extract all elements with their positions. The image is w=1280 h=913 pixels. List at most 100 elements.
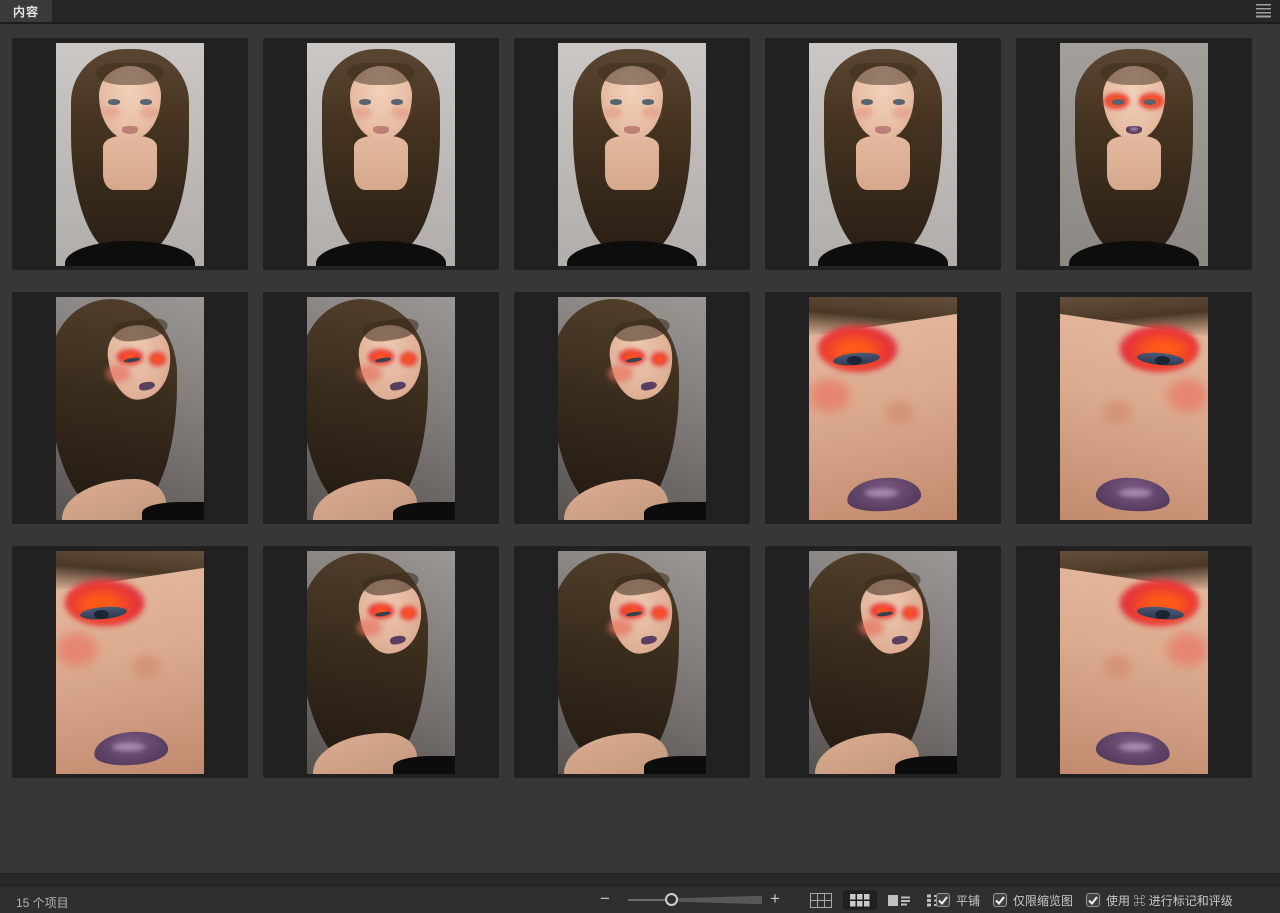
photo-art-bangs <box>849 63 917 85</box>
photo-art-blushR <box>1104 401 1131 423</box>
thumbnail-grid-icon <box>850 894 870 907</box>
check-icon <box>1088 895 1098 905</box>
thumbnail-item[interactable] <box>514 546 750 778</box>
photo-art-eyeR <box>642 99 654 104</box>
zoom-in-button[interactable]: + <box>770 889 780 909</box>
checkbox-group: 平铺 仅限缩览图 使用 ⌘ 进行标记和评级 <box>936 887 1233 913</box>
photo-art-eyeR <box>94 610 109 619</box>
tab-content[interactable]: 内容 <box>0 0 52 22</box>
photo-art-blushL <box>855 107 873 118</box>
photo-thumbnail <box>307 297 455 520</box>
photo-thumbnail <box>809 551 957 774</box>
photo-art-gloss <box>1130 127 1139 131</box>
view-mode-buttons <box>804 890 955 910</box>
thumbnail-item[interactable] <box>12 292 248 524</box>
thumbnail-item[interactable] <box>12 546 248 778</box>
photo-art-shadeL <box>1119 579 1199 626</box>
photo-thumbnail <box>809 297 957 520</box>
photo-art-shadeR <box>400 352 416 365</box>
photo-art-eyeR <box>1155 610 1170 619</box>
horizontal-scrollbar-track[interactable] <box>0 873 1280 887</box>
photo-art-eyeL <box>1112 99 1124 104</box>
photo-art-eyeL <box>861 99 873 104</box>
photo-art-bangs <box>347 63 415 85</box>
photo-art-shadeR <box>149 352 165 365</box>
thumbnail-item[interactable] <box>1016 292 1252 524</box>
thumbnail-item[interactable] <box>263 38 499 270</box>
photo-art-eyeL <box>108 99 120 104</box>
thumbnail-item[interactable] <box>1016 38 1252 270</box>
content-panel <box>0 24 1280 873</box>
thumbnail-item[interactable] <box>12 38 248 270</box>
photo-art-bangs <box>1100 63 1168 85</box>
photo-art-eyeR <box>893 99 905 104</box>
details-view-button[interactable] <box>882 890 916 910</box>
photo-thumbnail <box>558 297 706 520</box>
photo-art-blushL <box>1167 633 1208 666</box>
thumbnail-item[interactable] <box>514 292 750 524</box>
photo-thumbnail <box>809 43 957 266</box>
photo-thumbnail <box>558 551 706 774</box>
photo-art-lips <box>875 126 891 134</box>
photo-thumbnail <box>558 43 706 266</box>
checkbox-label: 使用 ⌘ 进行标记和评级 <box>1106 892 1233 909</box>
slider-track-line[interactable] <box>628 899 670 901</box>
photo-art-gloss <box>1119 489 1152 497</box>
photo-art-chest <box>103 136 156 190</box>
photo-thumbnail <box>56 297 204 520</box>
photo-art-eyeR <box>1155 356 1170 365</box>
grid-lock-icon <box>810 893 832 908</box>
photo-art-shadeR <box>651 606 667 619</box>
panel-menu-icon[interactable] <box>1256 4 1271 18</box>
thumbnail-size-slider: − + <box>598 887 798 913</box>
grid-lock-view-button[interactable] <box>804 890 838 910</box>
photo-art-blushR <box>1104 655 1131 677</box>
thumbnail-item[interactable] <box>1016 546 1252 778</box>
thumbnail-item[interactable] <box>514 38 750 270</box>
photo-art-eyeR <box>1144 99 1156 104</box>
option-checkbox-item[interactable]: 使用 ⌘ 进行标记和评级 <box>1086 892 1233 909</box>
zoom-out-button[interactable]: − <box>600 889 610 909</box>
photo-art-blushL <box>353 107 371 118</box>
option-checkbox-item[interactable]: 仅限缩览图 <box>993 892 1073 909</box>
checkbox[interactable] <box>936 893 950 907</box>
thumbnail-view-button[interactable] <box>843 890 877 910</box>
photo-art-eyeR <box>140 99 152 104</box>
photo-art-shadeL <box>818 325 898 372</box>
photo-thumbnail <box>56 551 204 774</box>
photo-art-chest <box>354 136 407 190</box>
photo-art-blushR <box>133 655 160 677</box>
photo-thumbnail <box>307 43 455 266</box>
photo-art-chest <box>1107 136 1160 190</box>
photo-art-eyeL <box>359 99 371 104</box>
photo-art-shadeL <box>65 579 145 626</box>
photo-art-bangs <box>598 63 666 85</box>
slider-track-wedge[interactable] <box>678 895 762 905</box>
thumbnail-item[interactable] <box>765 546 1001 778</box>
photo-thumbnail <box>1060 43 1208 266</box>
photo-art-lips <box>624 126 640 134</box>
option-checkbox-item[interactable]: 平铺 <box>936 892 980 909</box>
photo-art-blushL <box>102 107 120 118</box>
photo-art-eyeR <box>847 356 862 365</box>
thumbnail-item[interactable] <box>263 546 499 778</box>
photo-art-chest <box>856 136 909 190</box>
photo-art-shadeR <box>902 606 918 619</box>
photo-art-shadeR <box>651 352 667 365</box>
thumbnail-item[interactable] <box>765 38 1001 270</box>
thumbnail-item[interactable] <box>765 292 1001 524</box>
thumbnail-item[interactable] <box>263 292 499 524</box>
photo-art-shadeR <box>400 606 416 619</box>
checkbox-label: 仅限缩览图 <box>1013 892 1073 909</box>
checkbox[interactable] <box>1086 893 1100 907</box>
photo-art-eyeL <box>610 99 622 104</box>
details-view-icon <box>888 894 910 907</box>
checkbox[interactable] <box>993 893 1007 907</box>
photo-art-chest <box>605 136 658 190</box>
zoom-slider-thumb[interactable] <box>665 893 678 906</box>
check-icon <box>995 895 1005 905</box>
photo-art-lips <box>122 126 138 134</box>
tab-content-label: 内容 <box>13 3 39 20</box>
photo-art-gloss <box>1119 743 1152 751</box>
photo-art-bangs <box>96 63 164 85</box>
